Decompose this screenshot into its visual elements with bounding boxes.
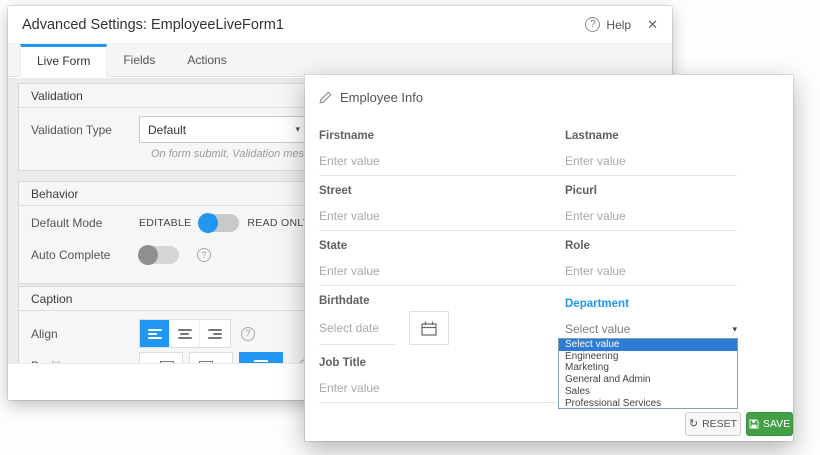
reset-button-label: RESET <box>702 418 737 430</box>
tab-fields[interactable]: Fields <box>107 44 171 76</box>
field-picurl: Picurl Enter value <box>565 185 737 231</box>
department-select-value: Select value <box>565 322 630 336</box>
lastname-input[interactable]: Enter value <box>565 154 737 176</box>
department-label: Department <box>565 298 737 310</box>
field-birthdate: Birthdate Select date <box>319 295 449 345</box>
field-job-title: Job Title Enter value <box>319 357 583 403</box>
align-left-button[interactable] <box>140 320 170 347</box>
validation-type-select[interactable]: Default ▾ <box>139 116 309 143</box>
chevron-down-icon: ▾ <box>732 324 737 335</box>
dropdown-option[interactable]: Professional Services <box>559 398 737 409</box>
dialog-title: Advanced Settings: EmployeeLiveForm1 <box>22 17 284 33</box>
birthdate-label: Birthdate <box>319 295 449 307</box>
role-input[interactable]: Enter value <box>565 264 737 286</box>
reset-button[interactable]: ↻ RESET <box>685 412 741 436</box>
toggle-knob <box>138 245 158 265</box>
picurl-label: Picurl <box>565 185 737 197</box>
state-input[interactable]: Enter value <box>319 264 583 286</box>
calendar-icon <box>421 321 437 336</box>
page: Advanced Settings: EmployeeLiveForm1 ? H… <box>0 0 820 455</box>
auto-complete-toggle[interactable] <box>139 246 179 264</box>
validation-type-label: Validation Type <box>31 123 139 137</box>
align-right-icon <box>208 329 222 339</box>
role-label: Role <box>565 240 737 252</box>
field-firstname: Firstname Enter value <box>319 130 583 176</box>
firstname-label: Firstname <box>319 130 583 142</box>
field-lastname: Lastname Enter value <box>565 130 737 176</box>
align-button-group <box>139 319 231 348</box>
field-role: Role Enter value <box>565 240 737 286</box>
auto-complete-help-icon[interactable]: ? <box>197 248 211 262</box>
help-icon[interactable]: ? <box>585 17 600 32</box>
field-street: Street Enter value <box>319 185 583 231</box>
read-only-label: READ ONLY <box>247 217 310 229</box>
birthdate-row: Select date <box>319 311 449 345</box>
department-dropdown-list: Select value Engineering Marketing Gener… <box>558 338 738 409</box>
align-center-icon <box>178 329 192 339</box>
dialog-header-actions: ? Help ✕ <box>585 17 658 33</box>
dropdown-option[interactable]: Sales <box>559 386 737 398</box>
dialog-header: Advanced Settings: EmployeeLiveForm1 ? H… <box>8 6 672 44</box>
align-right-button[interactable] <box>200 320 230 347</box>
align-center-button[interactable] <box>170 320 200 347</box>
align-left-icon <box>148 329 162 339</box>
firstname-input[interactable]: Enter value <box>319 154 583 176</box>
street-label: Street <box>319 185 583 197</box>
lastname-label: Lastname <box>565 130 737 142</box>
dropdown-option[interactable]: Select value <box>559 339 737 351</box>
save-button[interactable]: SAVE <box>746 412 793 436</box>
validation-type-value: Default <box>148 123 186 137</box>
toggle-knob <box>198 213 218 233</box>
state-label: State <box>319 240 583 252</box>
employee-form-panel: Employee Info Firstname Enter value Stre… <box>305 75 793 441</box>
settings-tabbar: Live Form Fields Actions <box>8 44 672 77</box>
save-button-label: SAVE <box>763 418 790 430</box>
dropdown-option[interactable]: Marketing <box>559 362 737 374</box>
label-top-icon <box>254 360 268 362</box>
close-icon[interactable]: ✕ <box>647 17 658 33</box>
align-help-icon[interactable]: ? <box>241 327 255 341</box>
align-label: Align <box>31 327 139 341</box>
default-mode-toggle[interactable] <box>199 214 239 232</box>
chevron-down-icon: ▾ <box>295 124 300 135</box>
birthdate-input[interactable]: Select date <box>319 321 395 345</box>
refresh-icon: ↻ <box>689 419 698 430</box>
picurl-input[interactable]: Enter value <box>565 209 737 231</box>
editable-label: EDITABLE <box>139 217 191 229</box>
auto-complete-label: Auto Complete <box>31 248 139 262</box>
field-state: State Enter value <box>319 240 583 286</box>
employee-form-title-row: Employee Info <box>319 90 423 105</box>
calendar-button[interactable] <box>409 311 449 345</box>
job-title-label: Job Title <box>319 357 583 369</box>
default-mode-label: Default Mode <box>31 216 139 230</box>
field-department: Department Select value ▾ <box>565 298 737 342</box>
tab-actions[interactable]: Actions <box>171 44 242 76</box>
help-label[interactable]: Help <box>606 18 631 32</box>
tab-live-form[interactable]: Live Form <box>20 44 107 77</box>
save-disk-icon <box>749 419 759 429</box>
pencil-icon <box>319 91 332 104</box>
street-input[interactable]: Enter value <box>319 209 583 231</box>
dropdown-option[interactable]: Engineering <box>559 351 737 363</box>
employee-form-title: Employee Info <box>340 90 423 105</box>
job-title-input[interactable]: Enter value <box>319 381 583 403</box>
dropdown-option[interactable]: General and Admin <box>559 374 737 386</box>
